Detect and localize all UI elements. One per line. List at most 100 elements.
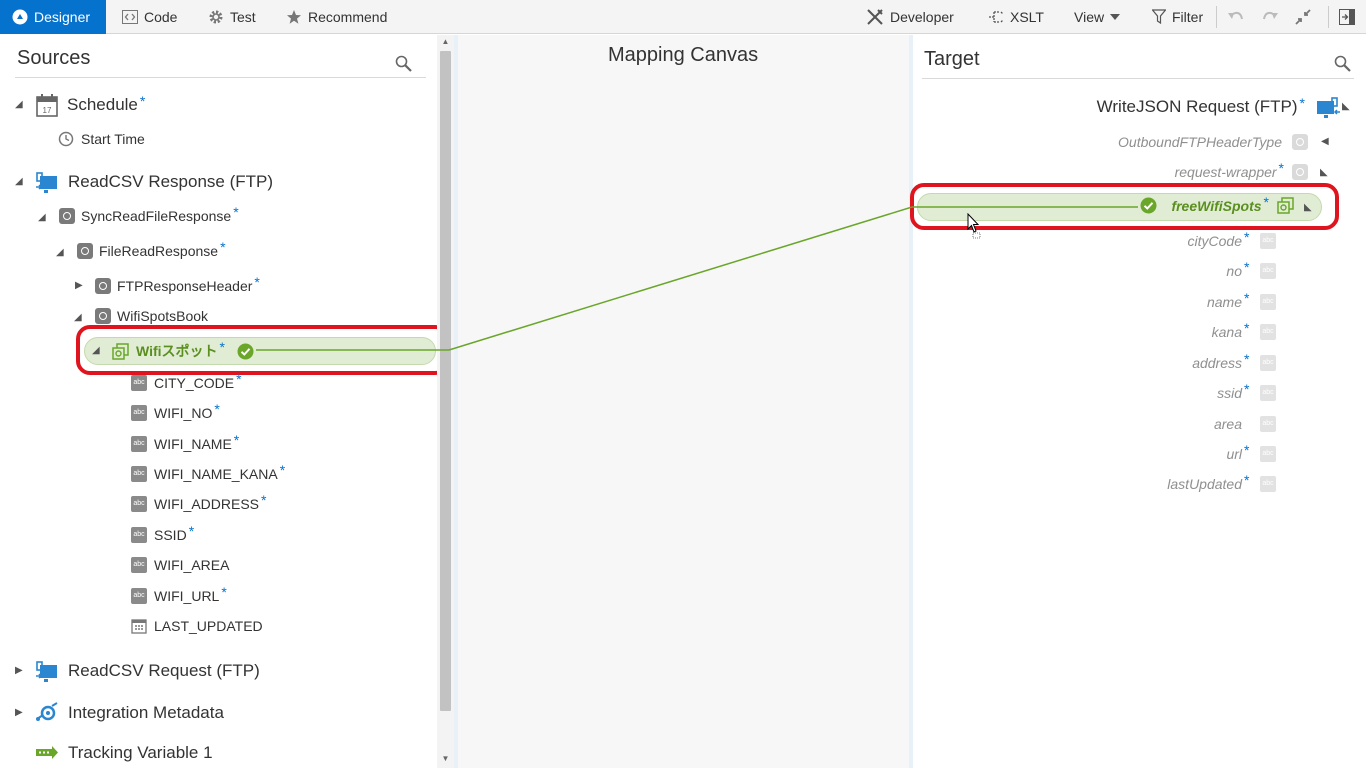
source-field-row[interactable]: LAST_UPDATED <box>131 618 263 634</box>
required-marker: * <box>1244 351 1250 367</box>
target-field-row[interactable]: cityCode * abc <box>1187 229 1276 249</box>
required-marker: * <box>1244 472 1250 488</box>
designer-tab[interactable]: Designer <box>0 0 106 34</box>
expanded-arrow-icon[interactable]: ◢ <box>15 99 23 110</box>
xslt-button[interactable]: XSLT <box>988 0 1044 34</box>
schedule-label: Schedule <box>67 95 138 114</box>
target-field-label: name <box>1206 294 1242 310</box>
required-marker: * <box>279 462 286 478</box>
scrollbar-thumb[interactable] <box>440 51 451 711</box>
source-field-row[interactable]: abc WIFI_ADDRESS * <box>131 492 266 512</box>
source-field-row[interactable]: abc WIFI_URL * <box>131 584 227 604</box>
collapsed-arrow-icon[interactable]: ▶ <box>15 707 23 718</box>
tree-node-readcsv-request[interactable]: ReadCSV Request (FTP) <box>35 659 260 683</box>
xslt-label: XSLT <box>1010 9 1044 25</box>
target-field-row[interactable]: no * abc <box>1226 259 1276 279</box>
source-field-row[interactable]: abc CITY_CODE * <box>131 371 242 391</box>
view-menu[interactable]: View <box>1074 0 1121 34</box>
canvas-title: Mapping Canvas <box>608 44 759 66</box>
source-field-row[interactable]: abc WIFI_NO * <box>131 401 220 421</box>
tree-node-integration-metadata[interactable]: Integration Metadata <box>35 701 224 725</box>
calendar-day-text: 17 <box>43 106 52 115</box>
target-field-row[interactable]: lastUpdated * abc <box>1167 472 1276 492</box>
filter-button[interactable]: Filter <box>1152 0 1203 34</box>
tree-node-request-wrapper[interactable]: request-wrapper * <box>1175 160 1308 180</box>
test-tab[interactable]: Test <box>208 0 256 34</box>
target-field-label: cityCode <box>1187 233 1242 249</box>
source-field-label: SSID <box>154 527 187 543</box>
target-field-row[interactable]: kana * abc <box>1211 320 1276 340</box>
source-field-row[interactable]: abc WIFI_NAME_KANA * <box>131 462 285 482</box>
expanded-arrow-icon[interactable]: ◣ <box>1342 101 1350 112</box>
source-field-label: WIFI_AREA <box>154 557 230 573</box>
target-field-label: no <box>1226 263 1242 279</box>
record-icon <box>1292 134 1308 150</box>
tree-node-tracking-variable[interactable]: Tracking Variable 1 <box>35 743 213 763</box>
integration-icon <box>35 701 59 725</box>
target-field-row[interactable]: address * abc <box>1192 351 1276 371</box>
source-field-row[interactable]: abc WIFI_NAME * <box>131 432 239 452</box>
tree-node-sync-read-file-response[interactable]: SyncReadFileResponse * <box>59 204 239 224</box>
tree-node-wifi-spots-book[interactable]: WifiSpotsBook <box>95 308 208 324</box>
outbound-header-label: OutboundFTPHeaderType <box>1118 134 1282 150</box>
readcsv-response-label: ReadCSV Response (FTP) <box>68 172 274 191</box>
sources-scrollbar[interactable]: ▲ ▼ <box>437 35 454 768</box>
developer-button[interactable]: Developer <box>866 0 954 34</box>
expanded-arrow-icon[interactable]: ◢ <box>56 247 64 258</box>
tree-node-schedule[interactable]: 17 Schedule * <box>36 93 145 117</box>
string-type-icon: abc <box>1260 446 1276 462</box>
required-marker: * <box>139 93 146 109</box>
record-icon <box>95 308 111 324</box>
collapsed-arrow-icon[interactable]: ▶ <box>75 280 83 291</box>
collapse-button[interactable] <box>1295 0 1311 34</box>
recommend-tab[interactable]: Recommend <box>286 0 387 34</box>
search-icon[interactable] <box>395 55 412 77</box>
view-label: View <box>1074 9 1105 25</box>
tree-node-outbound-header[interactable]: OutboundFTPHeaderType <box>1118 134 1308 150</box>
scroll-up-arrow-icon[interactable]: ▲ <box>440 37 451 47</box>
collapsed-arrow-icon[interactable]: ▶ <box>15 665 23 676</box>
source-field-row[interactable]: abc WIFI_AREA <box>131 557 229 573</box>
panel-toggle-button[interactable] <box>1339 0 1355 34</box>
expanded-arrow-icon[interactable]: ◢ <box>15 176 23 187</box>
string-type-icon: abc <box>1260 324 1276 340</box>
target-field-label: url <box>1226 446 1242 462</box>
expanded-arrow-icon[interactable]: ◣ <box>1320 167 1328 178</box>
start-time-label: Start Time <box>81 131 145 147</box>
tree-node-file-read-response[interactable]: FileReadResponse * <box>77 239 226 259</box>
ftp-connection-icon <box>1315 95 1341 119</box>
redo-icon <box>1261 10 1279 24</box>
target-field-row[interactable]: area abc <box>1214 416 1276 432</box>
source-field-row[interactable]: abc SSID * <box>131 523 194 543</box>
mapping-canvas[interactable] <box>458 35 909 768</box>
tree-node-ftp-response-header[interactable]: FTPResponseHeader * <box>95 274 260 294</box>
scroll-down-arrow-icon[interactable]: ▼ <box>440 754 451 764</box>
caret-down-icon <box>1110 14 1121 20</box>
source-field-label: WIFI_NAME_KANA <box>154 466 278 482</box>
expanded-arrow-icon[interactable]: ◢ <box>38 212 46 223</box>
code-tab[interactable]: Code <box>122 0 177 34</box>
undo-button[interactable] <box>1227 0 1245 34</box>
collapsed-arrow-icon[interactable]: ◀ <box>1321 136 1329 147</box>
clock-icon <box>58 131 74 147</box>
sync-read-label: SyncReadFileResponse <box>81 208 232 224</box>
expanded-arrow-icon[interactable]: ◢ <box>74 312 82 323</box>
redo-button[interactable] <box>1261 0 1279 34</box>
test-label: Test <box>230 9 256 25</box>
source-field-label: CITY_CODE <box>154 375 235 391</box>
designer-label: Designer <box>34 9 91 25</box>
required-marker: * <box>188 523 195 539</box>
target-field-row[interactable]: name * abc <box>1206 290 1276 310</box>
ftp-connection-icon <box>35 659 59 683</box>
mouse-cursor-icon <box>967 213 981 239</box>
target-field-label: kana <box>1211 324 1242 340</box>
search-icon[interactable] <box>1334 55 1351 77</box>
target-field-row[interactable]: ssid * abc <box>1217 381 1276 401</box>
tree-node-start-time[interactable]: Start Time <box>58 131 145 147</box>
target-field-row[interactable]: url * abc <box>1226 442 1276 462</box>
code-label: Code <box>144 9 178 25</box>
tree-node-readcsv-response[interactable]: ReadCSV Response (FTP) <box>35 170 273 194</box>
writejson-label: WriteJSON Request (FTP) <box>1096 97 1298 116</box>
undo-icon <box>1227 10 1245 24</box>
tree-node-writejson-request[interactable]: WriteJSON Request (FTP) * <box>1097 95 1341 119</box>
